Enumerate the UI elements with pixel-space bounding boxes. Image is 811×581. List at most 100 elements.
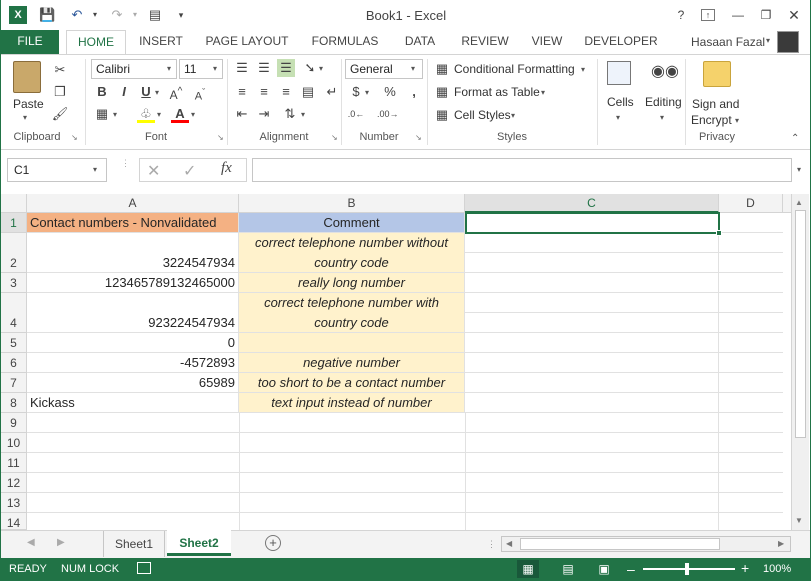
tab-developer[interactable]: DEVELOPER	[583, 30, 659, 54]
paste-button[interactable]: Paste	[13, 97, 44, 111]
ribbon-display-icon[interactable]: ↑	[701, 9, 715, 21]
row-header-1[interactable]: 1	[1, 213, 27, 233]
help-icon[interactable]: ?	[672, 6, 690, 24]
column-header-a[interactable]: A	[27, 194, 239, 213]
row-header-13[interactable]: 13	[1, 493, 27, 513]
conditional-formatting-button[interactable]: Conditional Formatting	[454, 62, 575, 76]
font-name-dropdown-icon[interactable]: ▾	[167, 64, 171, 73]
sign-encrypt-line2[interactable]: Encrypt	[691, 113, 732, 127]
align-bottom-icon[interactable]: ☰	[277, 59, 295, 77]
cell-c1-selected[interactable]	[465, 212, 720, 234]
number-launcher-icon[interactable]: ↘	[415, 133, 422, 142]
avatar[interactable]	[777, 31, 799, 53]
scroll-up-icon[interactable]: ▲	[795, 198, 803, 207]
font-launcher-icon[interactable]: ↘	[217, 133, 224, 142]
decrease-font-icon[interactable]: Aˇ	[191, 83, 209, 101]
sheet-tab-sheet2[interactable]: Sheet2	[167, 530, 231, 556]
cell-b4[interactable]: correct telephone number with country co…	[239, 293, 465, 333]
format-painter-icon[interactable]: 🖌	[51, 105, 69, 123]
row-header-4[interactable]: 4	[1, 293, 27, 333]
tab-view[interactable]: VIEW	[527, 30, 567, 54]
formula-bar-grip[interactable]: ⋮	[121, 160, 125, 180]
restore-icon[interactable]: ❐	[757, 6, 775, 24]
borders-icon[interactable]: ▦	[93, 105, 111, 123]
orientation-icon[interactable]: ➘	[301, 59, 319, 77]
currency-dropdown-icon[interactable]: ▾	[365, 88, 369, 97]
cut-icon[interactable]: ✂	[51, 61, 69, 79]
formula-input[interactable]	[252, 158, 792, 182]
row-header-10[interactable]: 10	[1, 433, 27, 453]
name-box-dropdown-icon[interactable]: ▾	[93, 165, 97, 174]
next-sheet-icon[interactable]: ▶	[57, 537, 65, 548]
fill-color-icon[interactable]: ♧	[137, 105, 155, 123]
customize-quick-access-icon[interactable]: ▾	[173, 7, 189, 23]
column-header-b[interactable]: B	[239, 194, 465, 213]
cell-a4[interactable]: 923224547934	[27, 293, 239, 333]
paste-icon[interactable]	[13, 61, 41, 93]
column-header-c[interactable]: C	[465, 194, 719, 213]
format-as-table-button[interactable]: Format as Table	[454, 85, 540, 99]
merge-dropdown-arrow-icon[interactable]: ▾	[301, 110, 305, 119]
cell-a5[interactable]: 0	[27, 333, 239, 353]
zoom-slider[interactable]	[643, 568, 735, 570]
cells-button[interactable]: Cells	[607, 95, 634, 109]
orientation-dropdown-icon[interactable]: ▾	[319, 64, 323, 73]
row-header-3[interactable]: 3	[1, 273, 27, 293]
format-as-table-dropdown-icon[interactable]: ▾	[541, 88, 545, 97]
scroll-down-icon[interactable]: ▼	[795, 516, 803, 525]
cell-b8[interactable]: text input instead of number	[239, 393, 465, 413]
number-format-dropdown-icon[interactable]: ▾	[411, 64, 415, 73]
font-name-select[interactable]: Calibri	[91, 59, 177, 79]
cell-styles-dropdown-icon[interactable]: ▾	[511, 111, 515, 120]
scroll-right-icon[interactable]: ▶	[778, 539, 784, 548]
zoom-in-icon[interactable]: +	[741, 560, 749, 576]
scroll-left-icon[interactable]: ◀	[506, 539, 512, 548]
decrease-decimal-icon[interactable]: .00→	[377, 105, 395, 123]
undo-dropdown-icon[interactable]: ▾	[87, 7, 103, 23]
align-top-icon[interactable]: ☰	[233, 59, 251, 77]
fill-handle[interactable]	[716, 230, 722, 236]
cell-b5[interactable]	[239, 333, 465, 353]
percent-icon[interactable]: %	[381, 83, 399, 101]
row-header-11[interactable]: 11	[1, 453, 27, 473]
redo-icon[interactable]: ↷	[109, 7, 125, 23]
cell-b2[interactable]: correct telephone number without country…	[239, 233, 465, 273]
expand-formula-bar-icon[interactable]: ▾	[797, 165, 801, 174]
vertical-scroll-thumb[interactable]	[795, 210, 806, 438]
copy-icon[interactable]: ❐	[51, 83, 69, 101]
user-dropdown-icon[interactable]: ▾	[766, 36, 770, 45]
decrease-indent-icon[interactable]: ⇤	[233, 105, 251, 123]
align-middle-icon[interactable]: ☰	[255, 59, 273, 77]
editing-button[interactable]: Editing	[645, 95, 682, 109]
alignment-launcher-icon[interactable]: ↘	[331, 133, 338, 142]
row-header-5[interactable]: 5	[1, 333, 27, 353]
macro-record-icon[interactable]	[137, 562, 151, 574]
redo-dropdown-icon[interactable]: ▾	[127, 7, 143, 23]
cell-b3[interactable]: really long number	[239, 273, 465, 293]
font-color-icon[interactable]: A	[171, 105, 189, 123]
font-color-dropdown-icon[interactable]: ▾	[191, 110, 195, 119]
horizontal-scroll-thumb[interactable]	[520, 538, 720, 550]
increase-font-icon[interactable]: A^	[167, 83, 185, 101]
tab-insert[interactable]: INSERT	[133, 30, 189, 54]
confirm-entry-icon[interactable]: ✓	[183, 161, 196, 181]
fill-color-dropdown-icon[interactable]: ▾	[157, 110, 161, 119]
sign-encrypt-line1[interactable]: Sign and	[692, 97, 739, 111]
cell-styles-button[interactable]: Cell Styles	[454, 108, 511, 122]
undo-icon[interactable]: ↶	[69, 7, 85, 23]
merge-dropdown-icon[interactable]: ⇅	[281, 105, 299, 123]
collapse-ribbon-icon[interactable]: ⌃	[791, 133, 799, 144]
column-header-d[interactable]: D	[719, 194, 783, 213]
cell-a2[interactable]: 3224547934	[27, 233, 239, 273]
sheet-tab-sheet1[interactable]: Sheet1	[103, 531, 165, 557]
tabs-splitter-grip[interactable]: ⋮	[487, 539, 496, 550]
merge-center-icon[interactable]: ▤	[299, 83, 317, 101]
tab-data[interactable]: DATA	[397, 30, 443, 54]
insert-function-icon[interactable]: fx	[221, 160, 232, 177]
align-right-icon[interactable]: ≡	[277, 83, 295, 101]
select-all-corner[interactable]	[1, 194, 27, 213]
cell-a1[interactable]: Contact numbers - Nonvalidated	[27, 213, 239, 233]
currency-icon[interactable]: $	[347, 83, 365, 101]
cell-styles-icon[interactable]: ▦	[433, 106, 451, 124]
form-icon[interactable]: ▤	[147, 7, 163, 23]
